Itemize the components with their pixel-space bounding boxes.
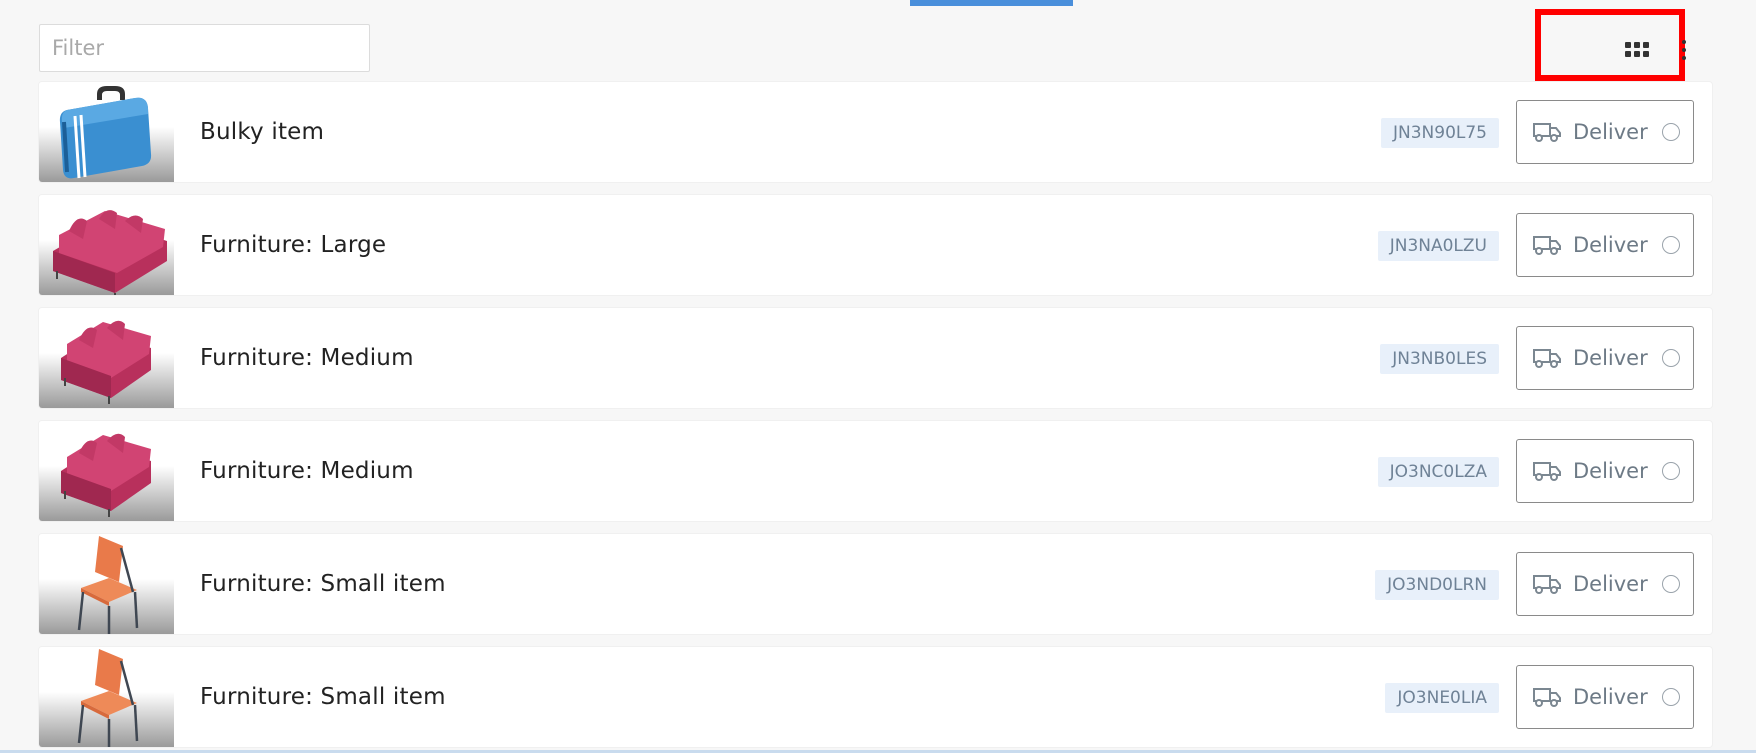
deliver-button[interactable]: Deliver bbox=[1516, 326, 1694, 390]
truck-icon bbox=[1533, 349, 1561, 368]
truck-icon bbox=[1533, 575, 1561, 594]
chair-image bbox=[39, 647, 174, 747]
deliver-button[interactable]: Deliver bbox=[1516, 665, 1694, 729]
list-item[interactable]: Furniture: Medium JN3NB0LES Deliver bbox=[39, 308, 1712, 408]
view-toggle-button[interactable] bbox=[1535, 9, 1685, 81]
deliver-label: Deliver bbox=[1573, 572, 1648, 596]
filter-input[interactable] bbox=[39, 24, 370, 72]
deliver-label: Deliver bbox=[1573, 120, 1648, 144]
radio-icon[interactable] bbox=[1661, 575, 1680, 593]
item-title: Furniture: Medium bbox=[200, 458, 414, 484]
item-title: Bulky item bbox=[200, 119, 325, 145]
item-title: Furniture: Large bbox=[200, 232, 387, 258]
sofa-medium-image bbox=[39, 421, 174, 521]
item-code-badge: JN3NB0LES bbox=[1380, 344, 1499, 374]
list-item[interactable]: Furniture: Small item JO3ND0LRN Deliver bbox=[39, 534, 1712, 634]
item-title: Furniture: Small item bbox=[200, 684, 446, 710]
list-item[interactable]: Furniture: Medium JO3NC0LZA Deliver bbox=[39, 421, 1712, 521]
deliver-button[interactable]: Deliver bbox=[1516, 100, 1694, 164]
deliver-label: Deliver bbox=[1573, 233, 1648, 257]
deliver-button[interactable]: Deliver bbox=[1516, 552, 1694, 616]
item-code-badge: JN3NA0LZU bbox=[1377, 231, 1499, 261]
item-title: Furniture: Small item bbox=[200, 571, 446, 597]
item-code-badge: JO3NC0LZA bbox=[1377, 457, 1499, 487]
item-list: Bulky item JN3N90L75 Deliver Furniture: … bbox=[39, 82, 1712, 753]
deliver-label: Deliver bbox=[1573, 459, 1648, 483]
deliver-button[interactable]: Deliver bbox=[1516, 439, 1694, 503]
truck-icon bbox=[1533, 236, 1561, 255]
chair-image bbox=[39, 534, 174, 634]
deliver-button[interactable]: Deliver bbox=[1516, 213, 1694, 277]
item-code-badge: JN3N90L75 bbox=[1381, 118, 1499, 148]
truck-icon bbox=[1533, 462, 1561, 481]
sofa-large-image bbox=[39, 195, 174, 295]
item-code-badge: JO3NE0LIA bbox=[1385, 683, 1499, 713]
deliver-label: Deliver bbox=[1573, 685, 1648, 709]
sofa-medium-image bbox=[39, 308, 174, 408]
active-tab-indicator bbox=[910, 0, 1073, 6]
truck-icon bbox=[1533, 123, 1561, 142]
item-title: Furniture: Medium bbox=[200, 345, 414, 371]
grid-view-icon[interactable] bbox=[1625, 42, 1649, 58]
list-item[interactable]: Bulky item JN3N90L75 Deliver bbox=[39, 82, 1712, 182]
truck-icon bbox=[1533, 688, 1561, 707]
list-item[interactable]: Furniture: Small item JO3NE0LIA Deliver bbox=[39, 647, 1712, 747]
deliver-label: Deliver bbox=[1573, 346, 1648, 370]
item-code-badge: JO3ND0LRN bbox=[1375, 570, 1499, 600]
list-item[interactable]: Furniture: Large JN3NA0LZU Deliver bbox=[39, 195, 1712, 295]
radio-icon[interactable] bbox=[1661, 688, 1680, 706]
more-vertical-icon[interactable] bbox=[1682, 39, 1686, 61]
suitcase-image bbox=[39, 82, 174, 182]
page: Bulky item JN3N90L75 Deliver bbox=[0, 0, 1756, 753]
radio-icon[interactable] bbox=[1661, 462, 1680, 480]
radio-icon[interactable] bbox=[1661, 123, 1680, 141]
radio-icon[interactable] bbox=[1661, 236, 1680, 254]
radio-icon[interactable] bbox=[1661, 349, 1680, 367]
